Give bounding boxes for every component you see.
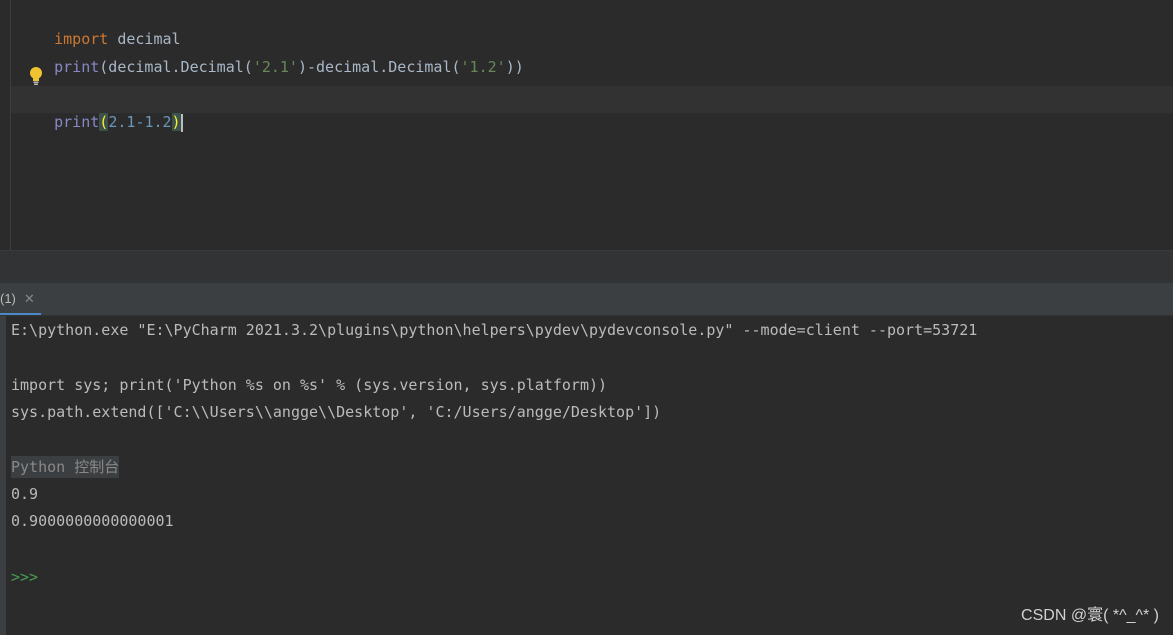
code-text: (decimal.Decimal( xyxy=(99,58,253,76)
builtin-print: print xyxy=(54,58,100,76)
code-line-2[interactable]: print(decimal.Decimal('2.1')-decimal.Dec… xyxy=(18,34,524,76)
code-line-1[interactable]: import decimal xyxy=(18,6,180,48)
console-label: Python 控制台 xyxy=(11,456,120,478)
string-literal: '1.2' xyxy=(460,58,506,76)
builtin-print: print xyxy=(54,113,100,131)
console-output-2: 0.9000000000000001 xyxy=(11,512,174,530)
lightbulb-icon[interactable] xyxy=(28,66,44,86)
gutter-divider xyxy=(10,0,11,250)
number-literal: 1.2 xyxy=(144,113,172,131)
python-console[interactable]: E:\python.exe "E:\PyCharm 2021.3.2\plugi… xyxy=(0,316,1173,635)
panel-splitter[interactable] xyxy=(0,250,1173,283)
code-editor[interactable]: import decimal print(decimal.Decimal('2.… xyxy=(0,0,1173,250)
string-literal: '2.1' xyxy=(252,58,298,76)
code-text: )-decimal.Decimal( xyxy=(297,58,461,76)
matched-paren: ) xyxy=(171,113,181,131)
tab-label: (1) xyxy=(0,291,16,306)
console-path-line: sys.path.extend(['C:\\Users\\angge\\Desk… xyxy=(11,403,662,421)
code-line-3[interactable]: print(2.1-1.2) xyxy=(18,89,183,132)
matched-paren: ( xyxy=(99,113,109,131)
watermark: CSDN @寰( *^_^* ) xyxy=(1021,607,1159,624)
code-text: )) xyxy=(505,58,524,76)
console-import-line: import sys; print('Python %s on %s' % (s… xyxy=(11,376,608,394)
console-toolbar-strip xyxy=(0,316,6,635)
console-command-line: E:\python.exe "E:\PyCharm 2021.3.2\plugi… xyxy=(11,321,978,339)
text-caret xyxy=(180,113,183,132)
tool-window-tab-bar: (1) ✕ xyxy=(0,283,1173,316)
console-prompt[interactable]: >>> xyxy=(11,566,38,588)
number-literal: 2.1 xyxy=(108,113,136,131)
console-output-1: 0.9 xyxy=(11,485,39,503)
tab-python-console[interactable]: (1) ✕ xyxy=(0,283,41,315)
close-icon[interactable]: ✕ xyxy=(24,283,35,315)
current-line-highlight xyxy=(11,86,1173,113)
